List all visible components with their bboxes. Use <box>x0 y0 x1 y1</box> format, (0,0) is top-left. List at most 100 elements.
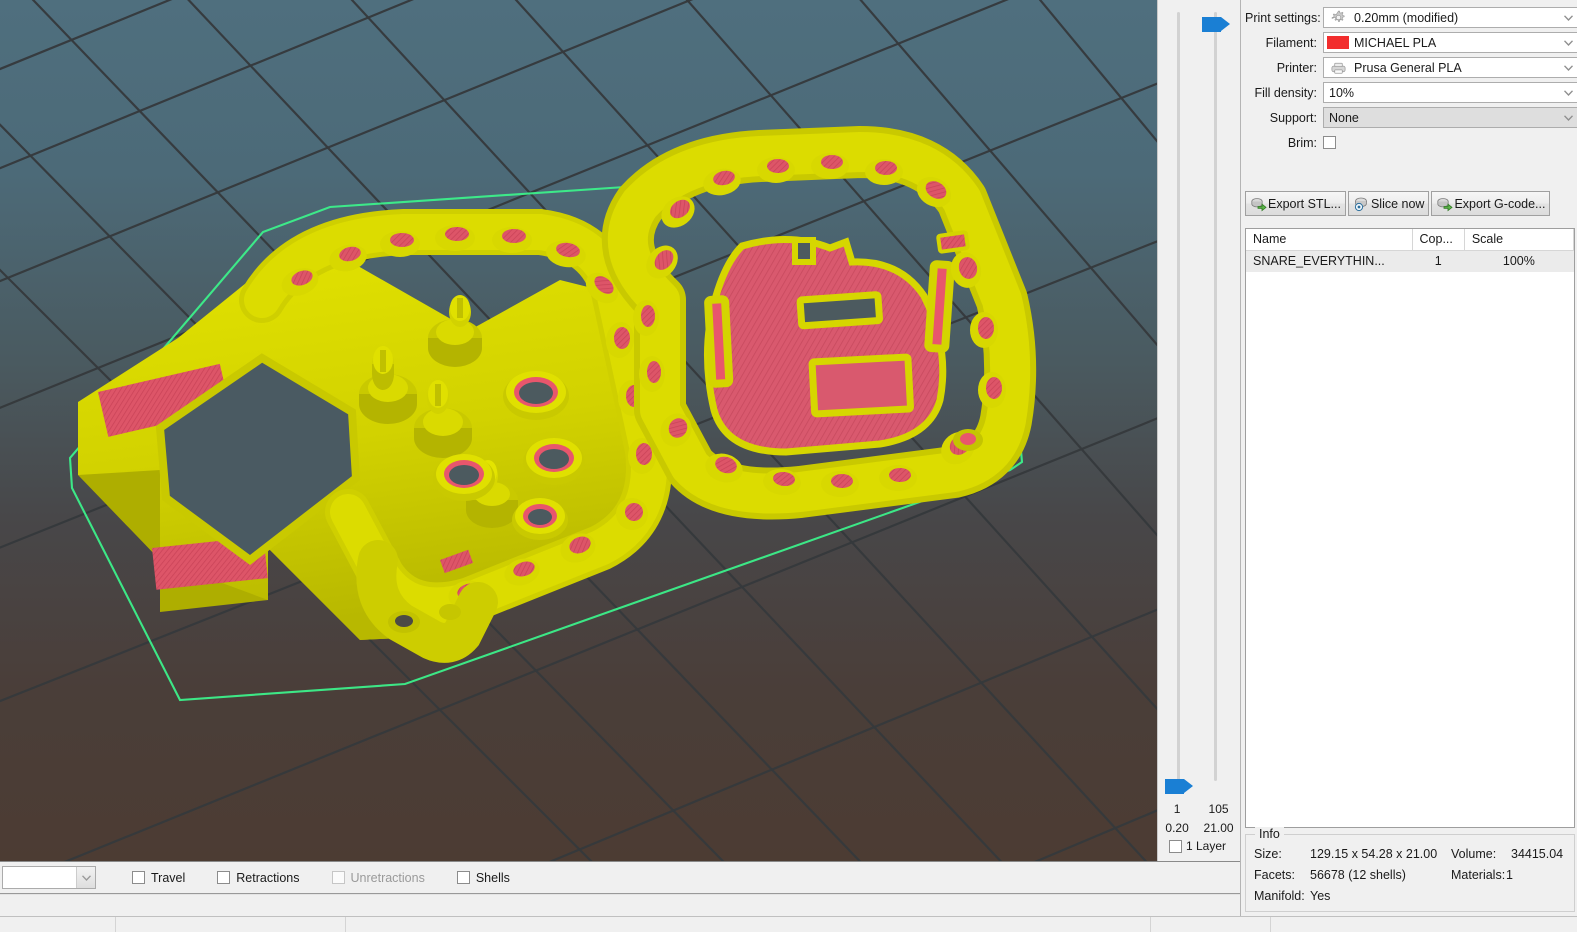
support-label: Support: <box>1269 110 1317 125</box>
chevron-down-icon[interactable] <box>1564 108 1573 127</box>
object-scale-cell[interactable]: 100% <box>1464 250 1574 272</box>
materials-label: Materials: <box>1451 868 1506 882</box>
one-layer-checkbox[interactable] <box>1169 839 1182 853</box>
export-gcode-icon <box>1436 195 1454 212</box>
slider-handle-arrow <box>1184 779 1193 793</box>
fill-density-value: 10% <box>1329 85 1355 100</box>
layer-slider-low-values: 1 0.20 <box>1165 800 1188 838</box>
object-name-cell[interactable]: SNARE_EVERYTHIN... <box>1246 250 1413 272</box>
color-swatch-icon <box>1324 33 1352 52</box>
export-stl-icon <box>1250 195 1267 212</box>
filament-combobox[interactable]: MICHAEL PLA <box>1323 32 1577 53</box>
column-header-scale[interactable]: Scale <box>1464 229 1575 251</box>
fill-density-combobox[interactable]: 10% <box>1323 82 1577 103</box>
preset-row-printer: Printer: Prusa General PLA <box>1245 55 1577 80</box>
size-value: 129.15 x 54.28 x 21.00 <box>1310 847 1438 861</box>
materials-value: 1 <box>1506 868 1513 882</box>
slice-now-label: Slice now <box>1370 196 1425 211</box>
right-sidebar: Print settings: 0.20mm (modified) Filame… <box>1240 0 1577 916</box>
preset-row-support: Support: None <box>1245 105 1577 130</box>
fill-density-label: Fill density: <box>1254 85 1317 100</box>
chevron-down-icon[interactable] <box>76 867 95 888</box>
layer-low-height: 0.20 <box>1165 821 1189 835</box>
object-list[interactable]: Name Cop... Scale SNARE_EVERYTHIN... 1 1… <box>1245 228 1575 828</box>
object-table: Name Cop... Scale SNARE_EVERYTHIN... 1 1… <box>1246 229 1575 272</box>
unretractions-checkbox-row[interactable]: Unretractions <box>331 870 425 885</box>
column-header-copies[interactable]: Cop... <box>1412 229 1465 251</box>
filament-value: MICHAEL PLA <box>1354 35 1437 50</box>
retractions-label: Retractions <box>236 870 300 885</box>
layer-slider-high-handle[interactable] <box>1202 17 1230 32</box>
preset-row-brim: Brim: <box>1245 130 1577 155</box>
unretractions-label: Unretractions <box>350 870 425 885</box>
retractions-checkbox[interactable] <box>217 871 231 884</box>
column-header-name[interactable]: Name <box>1246 229 1413 251</box>
shells-checkbox-row[interactable]: Shells <box>456 870 510 885</box>
volume-label: Volume: <box>1451 847 1497 861</box>
travel-checkbox[interactable] <box>132 871 145 884</box>
support-combobox[interactable]: None <box>1323 107 1577 128</box>
chevron-down-icon[interactable] <box>1564 58 1573 77</box>
shells-checkbox[interactable] <box>456 871 470 884</box>
status-separator <box>345 917 346 932</box>
status-bar <box>0 916 1577 932</box>
manifold-value: Yes <box>1310 889 1331 903</box>
slider-handle-arrow <box>1221 17 1230 31</box>
print-settings-value: 0.20mm (modified) <box>1354 10 1459 25</box>
layer-slider-low-handle[interactable] <box>1165 779 1193 794</box>
export-gcode-label: Export G-code... <box>1454 196 1546 211</box>
layer-slider-low-track[interactable] <box>1177 12 1180 781</box>
preset-row-print-settings: Print settings: 0.20mm (modified) <box>1245 5 1577 30</box>
gear-icon <box>1324 8 1352 27</box>
export-stl-label: Export STL... <box>1268 196 1341 211</box>
info-legend: Info <box>1255 827 1284 841</box>
travel-label: Travel <box>151 870 186 885</box>
travel-checkbox-row[interactable]: Travel <box>132 871 185 885</box>
chevron-down-icon[interactable] <box>1564 33 1573 52</box>
layer-high-height: 21.00 <box>1203 821 1234 835</box>
chevron-down-icon[interactable] <box>1564 83 1573 102</box>
size-label: Size: <box>1254 847 1282 861</box>
table-header-row: Name Cop... Scale <box>1246 229 1575 251</box>
printer-label: Printer: <box>1276 60 1317 75</box>
unretractions-checkbox[interactable] <box>331 871 345 884</box>
layer-high-index: 105 <box>1208 802 1229 816</box>
brim-checkbox[interactable] <box>1323 136 1336 149</box>
support-value: None <box>1329 110 1359 125</box>
print-settings-label: Print settings: <box>1245 10 1321 25</box>
slicer-window: 1 0.20 105 21.00 1 Layer Travel Retracti… <box>0 0 1577 932</box>
plater-3d-viewport[interactable] <box>0 0 1157 861</box>
printer-value: Prusa General PLA <box>1354 60 1462 75</box>
preset-selectors: Print settings: 0.20mm (modified) Filame… <box>1245 5 1577 155</box>
one-layer-mode-row[interactable]: 1 Layer <box>1169 839 1226 853</box>
layer-slider-high-track[interactable] <box>1214 12 1217 781</box>
brim-label: Brim: <box>1287 135 1317 150</box>
status-separator <box>1270 917 1271 932</box>
layer-slider-values: 1 0.20 105 21.00 <box>1158 800 1241 838</box>
table-row[interactable]: SNARE_EVERYTHIN... 1 100% <box>1246 250 1574 272</box>
action-buttons: Export STL... Slice now Export G-code... <box>1245 191 1551 216</box>
view-type-combobox[interactable] <box>2 866 96 889</box>
model-part-left <box>78 209 672 663</box>
filament-label: Filament: <box>1265 35 1317 50</box>
object-copies-cell[interactable]: 1 <box>1412 250 1465 272</box>
model-part-right <box>601 126 1037 520</box>
shells-label: Shells <box>475 870 510 885</box>
info-panel: Info Size: 129.15 x 54.28 x 21.00 Volume… <box>1245 827 1575 912</box>
facets-label: Facets: <box>1254 868 1295 882</box>
layer-slider-high-values: 105 21.00 <box>1204 800 1234 838</box>
preset-row-filament: Filament: MICHAEL PLA <box>1245 30 1577 55</box>
chevron-down-icon[interactable] <box>1564 8 1573 27</box>
facets-value: 56678 (12 shells) <box>1310 868 1406 882</box>
slice-now-icon <box>1353 195 1370 212</box>
slice-now-button[interactable]: Slice now <box>1347 191 1430 216</box>
print-settings-combobox[interactable]: 0.20mm (modified) <box>1323 7 1577 28</box>
export-stl-button[interactable]: Export STL... <box>1245 191 1346 216</box>
printer-combobox[interactable]: Prusa General PLA <box>1323 57 1577 78</box>
layer-slider-panel[interactable]: 1 0.20 105 21.00 1 Layer <box>1157 0 1240 861</box>
sliced-model-preview[interactable] <box>0 0 1157 861</box>
export-gcode-button[interactable]: Export G-code... <box>1431 191 1551 216</box>
slider-handle-body <box>1202 17 1221 32</box>
retractions-checkbox-row[interactable]: Retractions <box>217 870 300 885</box>
manifold-label: Manifold: <box>1254 889 1305 903</box>
